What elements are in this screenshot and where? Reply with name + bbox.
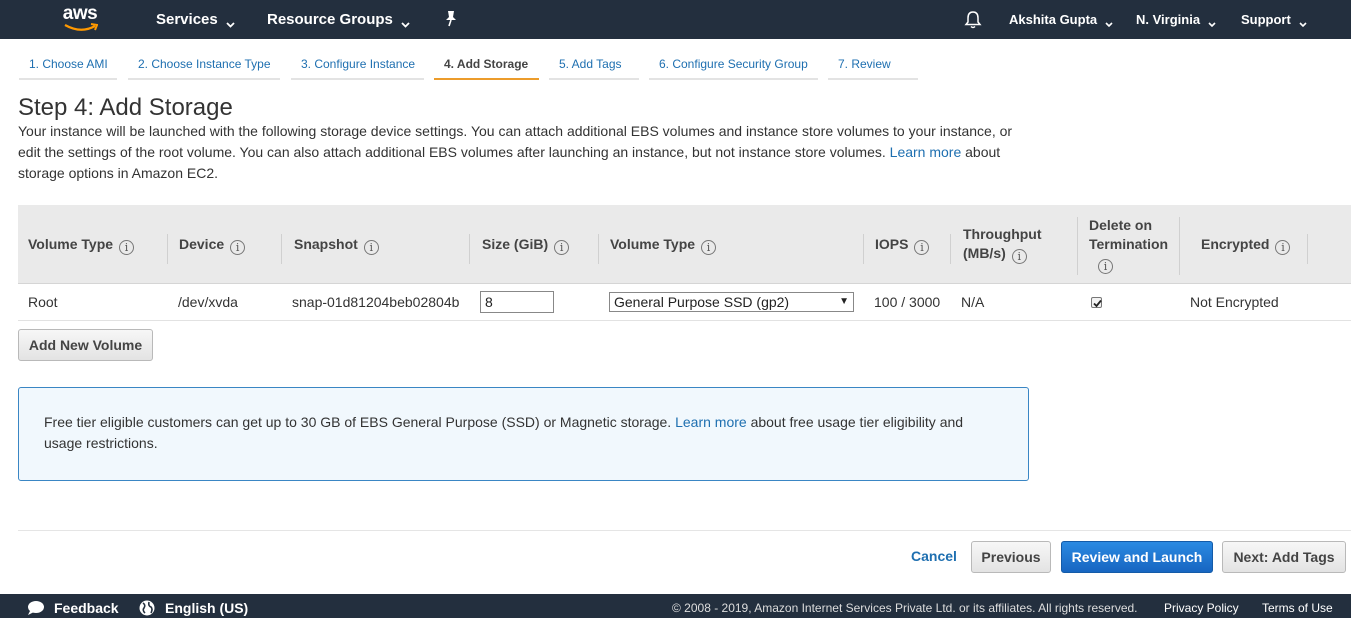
section-divider [18, 530, 1351, 531]
column-divider [863, 234, 864, 264]
services-label: Services [156, 11, 218, 28]
column-divider [1307, 234, 1308, 264]
support-label: Support [1241, 12, 1291, 27]
privacy-policy-link[interactable]: Privacy Policy [1164, 594, 1239, 618]
feedback-link[interactable]: Feedback [54, 594, 119, 618]
header-volume-type-label: Volume Type [28, 236, 114, 252]
intro-text: Your instance will be launched with the … [18, 123, 1013, 160]
column-divider [950, 234, 951, 264]
learn-more-free-tier-link[interactable]: Learn more [675, 414, 747, 430]
user-name: Akshita Gupta [1009, 12, 1098, 27]
tab-add-tags[interactable]: 5. Add Tags [549, 50, 639, 80]
header-throughput-line2: (MB/s) [963, 245, 1006, 261]
header-iops-label: IOPS [875, 236, 909, 252]
header-delete-line1: Delete on [1089, 217, 1153, 233]
header-iops: IOPS i [875, 235, 930, 255]
column-divider [1077, 217, 1078, 275]
info-icon[interactable]: i [1098, 259, 1113, 274]
info-icon[interactable]: i [701, 240, 717, 255]
header-snapshot: Snapshot i [294, 235, 379, 255]
header-encrypted: Encrypted i [1201, 235, 1291, 255]
header-size: Size (GiB) i [482, 235, 570, 255]
resource-groups-label: Resource Groups [267, 11, 393, 28]
pin-icon[interactable] [444, 10, 458, 28]
top-navigation-bar: aws Services Resource Groups Akshita Gup… [0, 0, 1351, 39]
column-divider [281, 234, 282, 264]
header-ebs-volume-type: Volume Type i [610, 235, 717, 255]
column-divider [167, 234, 168, 264]
add-new-volume-button[interactable]: Add New Volume [18, 329, 153, 361]
footer-bar: Feedback English (US) © 2008 - 2019, Ama… [0, 594, 1351, 618]
header-delete-line2: Termination [1089, 236, 1169, 252]
copyright-text: © 2008 - 2019, Amazon Internet Services … [672, 601, 1138, 615]
cell-volume-type: Root [28, 294, 58, 310]
services-menu[interactable]: Services [156, 0, 235, 39]
header-device: Device i [179, 235, 246, 255]
cell-snapshot: snap-01d81204beb02804b [292, 294, 460, 310]
storage-table-header: Volume Type i Device i Snapshot i Size (GiB… [18, 205, 1351, 284]
column-divider [1179, 217, 1180, 275]
tab-review[interactable]: 7. Review [828, 50, 918, 80]
region-name: N. Virginia [1136, 12, 1201, 27]
volume-type-select[interactable]: General Purpose SSD (gp2) ▼ [609, 292, 854, 312]
table-row: Root /dev/xvda snap-01d81204beb02804b Ge… [18, 284, 1351, 321]
tab-configure-security-group[interactable]: 6. Configure Security Group [649, 50, 818, 80]
checkmark-icon [1093, 299, 1102, 308]
tab-choose-instance-type[interactable]: 2. Choose Instance Type [128, 50, 280, 80]
next-add-tags-button[interactable]: Next: Add Tags [1222, 541, 1346, 573]
column-divider [598, 234, 599, 264]
tab-choose-ami[interactable]: 1. Choose AMI [19, 50, 117, 80]
info-icon[interactable]: i [1011, 249, 1027, 264]
aws-smile-icon [64, 23, 98, 31]
region-menu[interactable]: N. Virginia [1136, 0, 1216, 39]
cell-throughput: N/A [961, 294, 985, 310]
language-selector[interactable]: English (US) [165, 594, 248, 618]
terms-of-use-link[interactable]: Terms of Use [1262, 594, 1333, 618]
free-tier-text: Free tier eligible customers can get up … [44, 414, 672, 430]
info-icon[interactable]: i [914, 240, 930, 255]
dropdown-arrow-icon: ▼ [839, 296, 849, 307]
page-intro: Your instance will be launched with the … [18, 121, 1028, 184]
header-device-label: Device [179, 236, 225, 252]
header-encrypted-label: Encrypted [1201, 236, 1270, 252]
review-and-launch-button[interactable]: Review and Launch [1061, 541, 1213, 573]
previous-button[interactable]: Previous [971, 541, 1051, 573]
header-size-label: Size (GiB) [482, 236, 549, 252]
free-tier-info-box: Free tier eligible customers can get up … [18, 387, 1029, 481]
cell-device: /dev/xvda [178, 294, 238, 310]
feedback-chat-icon [28, 601, 44, 615]
cancel-button[interactable]: Cancel [904, 541, 964, 573]
tab-configure-instance[interactable]: 3. Configure Instance [291, 50, 424, 80]
header-snapshot-label: Snapshot [294, 236, 358, 252]
header-throughput: Throughput (MB/s) i [963, 225, 1042, 264]
cell-encrypted: Not Encrypted [1190, 294, 1279, 310]
support-menu[interactable]: Support [1241, 0, 1307, 39]
aws-logo[interactable]: aws [58, 4, 102, 34]
page-title: Step 4: Add Storage [18, 94, 233, 121]
header-delete-on-termination: Delete on Termination i [1089, 216, 1168, 274]
info-icon[interactable]: i [554, 240, 570, 255]
learn-more-storage-link[interactable]: Learn more [890, 144, 962, 160]
resource-groups-menu[interactable]: Resource Groups [267, 0, 410, 39]
user-account-menu[interactable]: Akshita Gupta [1009, 0, 1113, 39]
header-volume-type: Volume Type i [28, 235, 135, 255]
delete-on-termination-checkbox[interactable] [1091, 297, 1102, 308]
tab-add-storage[interactable]: 4. Add Storage [434, 50, 539, 80]
size-input[interactable] [480, 291, 554, 313]
header-ebs-volume-type-label: Volume Type [610, 236, 696, 252]
globe-icon [139, 600, 155, 616]
column-divider [469, 234, 470, 264]
notification-bell-icon[interactable] [964, 10, 982, 29]
aws-logo-text: aws [62, 3, 98, 24]
cell-iops: 100 / 3000 [874, 294, 941, 310]
info-icon[interactable]: i [1275, 240, 1291, 255]
info-icon[interactable]: i [119, 240, 135, 255]
info-icon[interactable]: i [363, 240, 379, 255]
header-throughput-line1: Throughput [963, 226, 1042, 242]
volume-type-selected: General Purpose SSD (gp2) [614, 294, 790, 310]
info-icon[interactable]: i [230, 240, 246, 255]
